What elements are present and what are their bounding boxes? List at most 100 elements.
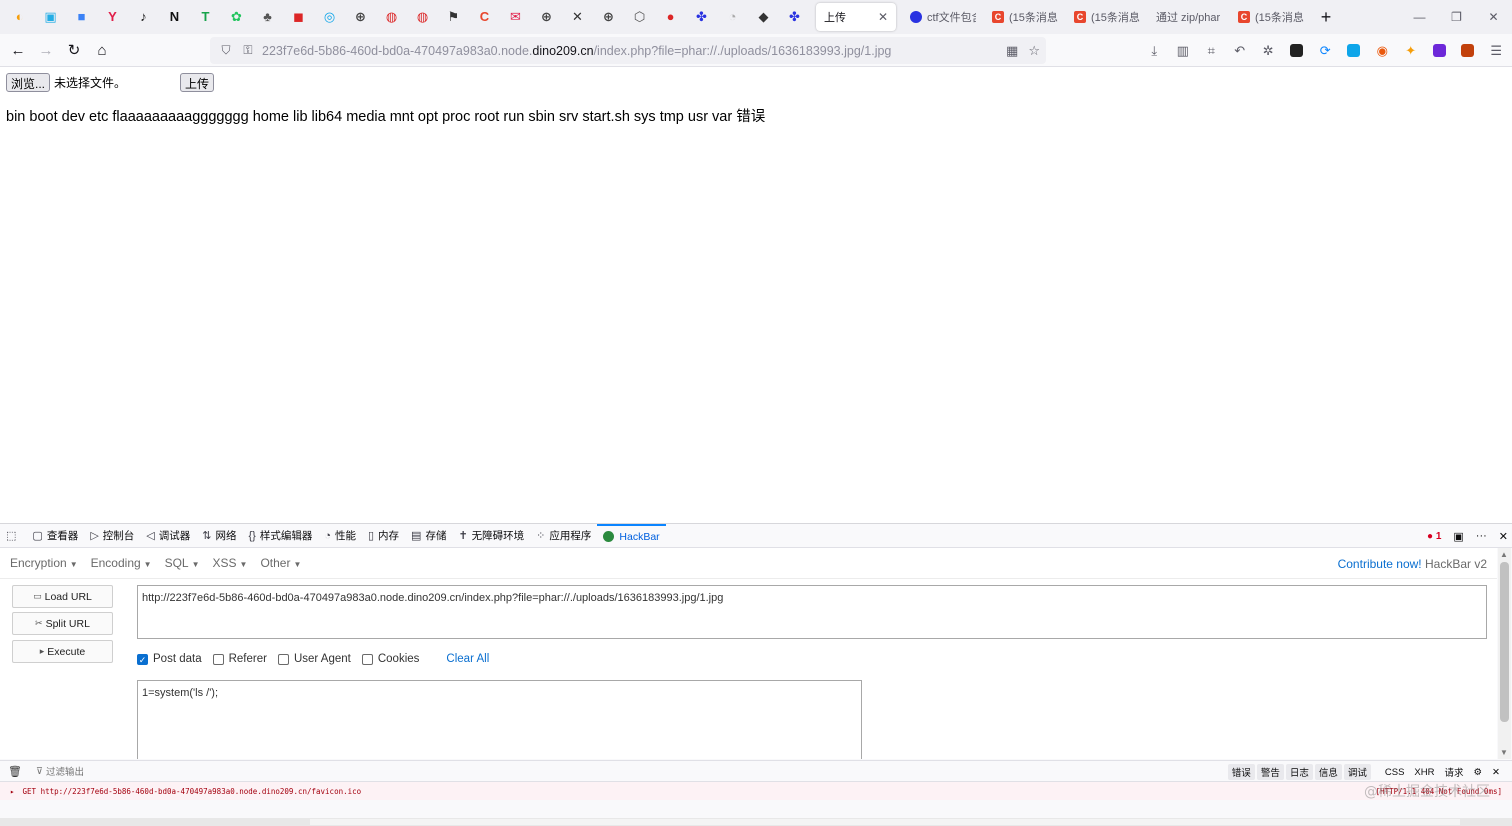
close-devtools-icon[interactable]: ✕ <box>1499 530 1508 543</box>
filter-plain-0[interactable]: CSS <box>1381 766 1409 779</box>
tab-application[interactable]: ⁘ 应用程序 <box>530 524 597 548</box>
undo-icon[interactable]: ↶ <box>1226 37 1255 65</box>
tab-debugger[interactable]: ◁ 调试器 <box>140 524 196 548</box>
more-options-icon[interactable]: ··· <box>1476 530 1487 542</box>
filter-plain-2[interactable]: 请求 <box>1440 764 1467 780</box>
trash-icon[interactable]: 🗑 <box>8 765 22 778</box>
post-data-textarea[interactable]: 1=system('ls /'); <box>137 680 862 759</box>
reload-button[interactable]: ↻ <box>60 36 88 64</box>
circle-blue-icon[interactable]: ◎ <box>314 0 345 34</box>
minimize-button[interactable]: — <box>1401 0 1438 34</box>
filter-0[interactable]: 错误 <box>1227 764 1255 780</box>
tab-style-editor[interactable]: {} 样式编辑器 <box>242 524 318 548</box>
sync-icon[interactable]: ⟳ <box>1311 37 1340 65</box>
tiktok-icon[interactable]: ♪ <box>128 0 159 34</box>
dock-icon[interactable]: ▣ <box>1453 530 1463 543</box>
tab-performance[interactable]: ◔ 性能 <box>318 524 362 548</box>
error-count-badge[interactable]: ● 1 <box>1427 531 1441 542</box>
menu-xss[interactable]: XSS ▼ <box>213 556 248 570</box>
crop-icon[interactable]: ⌗ <box>1197 37 1226 65</box>
expand-arrow-icon[interactable]: ▸ <box>10 787 15 796</box>
shield-icon[interactable]: ⛉ <box>218 43 234 58</box>
filter-4[interactable]: 调试 <box>1343 764 1371 780</box>
element-picker-icon[interactable]: ⬚ <box>0 524 26 548</box>
checkbox-referer[interactable]: Referer <box>212 653 267 665</box>
hackbar-scrollbar[interactable]: ▲ ▼ <box>1498 548 1511 759</box>
red-square-icon[interactable]: ◼ <box>283 0 314 34</box>
app-icon[interactable]: ■ <box>66 0 97 34</box>
contribute-link[interactable]: Contribute now! <box>1338 557 1422 571</box>
bookmark-star-icon[interactable]: ☆ <box>1028 43 1040 59</box>
notion-icon[interactable]: N <box>159 0 190 34</box>
t-icon[interactable]: T <box>190 0 221 34</box>
extension-black-icon[interactable] <box>1283 37 1312 65</box>
tab-storage[interactable]: ▤ 存储 <box>405 524 452 548</box>
filter-input[interactable]: 过滤输出 <box>46 764 84 778</box>
basketball-icon[interactable]: ◉ <box>1368 37 1397 65</box>
tab-5[interactable]: C (15条消息) <box>1230 3 1312 31</box>
load-url-button[interactable]: ▭ Load URL <box>12 585 113 608</box>
tab-1[interactable]: ctf文件包含 <box>902 3 984 31</box>
tab-network[interactable]: ⇅ 网络 <box>196 524 242 548</box>
x-icon[interactable]: ✕ <box>562 0 593 34</box>
close-tab-icon[interactable]: ✕ <box>878 10 888 24</box>
y-icon[interactable]: Y <box>97 0 128 34</box>
qr-code-icon[interactable]: ▦ <box>1006 43 1018 59</box>
pin-icon[interactable]: ◍ <box>376 0 407 34</box>
globe2-icon[interactable]: ⊕ <box>531 0 562 34</box>
close-console-icon[interactable]: ✕ <box>1488 766 1504 779</box>
menu-encryption[interactable]: Encryption ▼ <box>10 556 78 570</box>
gear-green-icon[interactable]: ✿ <box>221 0 252 34</box>
cube-icon[interactable]: ⬡ <box>624 0 655 34</box>
extension-red-icon[interactable] <box>1454 37 1483 65</box>
red-dot-icon[interactable]: ● <box>655 0 686 34</box>
menu-icon[interactable]: ☰ <box>1482 37 1511 65</box>
execute-button[interactable]: ▸ Execute <box>12 640 113 663</box>
tab-accessibility[interactable]: ✝ 无障碍环境 <box>452 524 530 548</box>
tab-3[interactable]: C (15条消息) <box>1066 3 1148 31</box>
split-url-button[interactable]: ✂ Split URL <box>12 612 113 635</box>
menu-sql[interactable]: SQL ▼ <box>165 556 200 570</box>
extension-icon[interactable]: ◐ <box>4 0 35 34</box>
menu-encoding[interactable]: Encoding ▼ <box>91 556 152 570</box>
close-window-button[interactable]: ✕ <box>1475 0 1512 34</box>
url-textarea[interactable]: http://223f7e6d-5b86-460d-bd0a-470497a98… <box>137 585 1487 639</box>
baidu-icon[interactable]: ✤ <box>686 0 717 34</box>
new-tab-button[interactable]: + <box>1312 7 1340 28</box>
cube-blue-icon[interactable] <box>1340 37 1369 65</box>
gear-gray-icon[interactable]: ✲ <box>1254 37 1283 65</box>
upload-button[interactable]: 上传 <box>180 73 215 92</box>
forward-button[interactable]: → <box>32 36 60 64</box>
filter-plain-1[interactable]: XHR <box>1410 766 1438 779</box>
reader-view-icon[interactable]: ▥ <box>1169 37 1198 65</box>
checkbox-cookies[interactable]: Cookies <box>361 653 419 665</box>
eth-icon[interactable]: ◆ <box>748 0 779 34</box>
restore-button[interactable]: ❐ <box>1438 0 1475 34</box>
clear-all-link[interactable]: Clear All <box>446 653 489 665</box>
octopus-icon[interactable]: ♣ <box>252 0 283 34</box>
globe-icon[interactable]: ⊕ <box>345 0 376 34</box>
csdn-icon[interactable]: C <box>469 0 500 34</box>
tab-console[interactable]: ▷ 控制台 <box>84 524 140 548</box>
back-button[interactable]: ← <box>4 36 32 64</box>
menu-other[interactable]: Other ▼ <box>260 556 301 570</box>
browse-button[interactable]: 浏览... <box>6 73 51 92</box>
tab-4[interactable]: 通过 zip/phar <box>1148 3 1230 31</box>
checkbox-post-data[interactable]: ✓ Post data <box>137 653 202 665</box>
console-settings-icon[interactable]: ⚙ <box>1470 766 1487 779</box>
lock-icon[interactable]: ⚿ <box>240 43 256 58</box>
flag-icon[interactable]: ⚑ <box>438 0 469 34</box>
globe3-icon[interactable]: ⊕ <box>593 0 624 34</box>
filter-1[interactable]: 警告 <box>1256 764 1284 780</box>
tab-2[interactable]: C (15条消息) <box>984 3 1066 31</box>
moon-icon[interactable]: ◔ <box>717 0 748 34</box>
extension-purple-icon[interactable] <box>1425 37 1454 65</box>
bilibili-icon[interactable]: ▣ <box>35 0 66 34</box>
address-bar[interactable]: ⛉ ⚿ 223f7e6d-5b86-460d-bd0a-470497a983a0… <box>210 37 1046 64</box>
tab-0[interactable]: 上传 ✕ <box>816 3 896 31</box>
tab-hackbar[interactable]: HackBar <box>597 523 666 548</box>
filter-3[interactable]: 信息 <box>1314 764 1342 780</box>
pin2-icon[interactable]: ◍ <box>407 0 438 34</box>
checkbox-user-agent[interactable]: User Agent <box>277 653 351 665</box>
tab-memory[interactable]: ▯ 内存 <box>362 524 405 548</box>
